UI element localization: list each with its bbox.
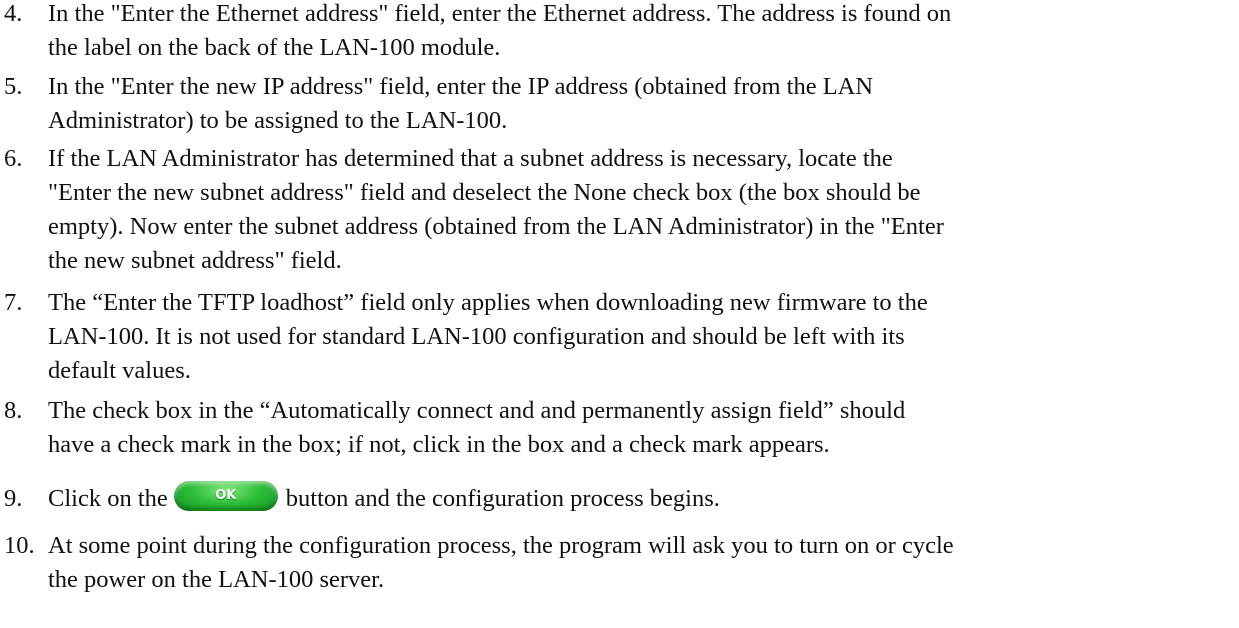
step-number: 6. [4, 145, 23, 172]
document-page: 4. In the "Enter the Ethernet address" f… [0, 0, 1239, 628]
step-text-after: button and the configuration process beg… [285, 485, 720, 512]
step-number: 7. [4, 289, 23, 316]
step-text-line: "Enter the new subnet address" field and… [48, 179, 921, 206]
step-text-line: empty). Now enter the subnet address (ob… [48, 213, 944, 240]
step-text-line: default values. [48, 357, 191, 384]
step-9: 9. Click on the OK button and the configur… [4, 481, 1233, 516]
step-5: 5. In the "Enter the new IP address" fie… [4, 70, 1233, 138]
step-text-line: the label on the back of the LAN-100 mod… [48, 34, 501, 61]
step-4: 4. In the "Enter the Ethernet address" f… [4, 0, 1233, 65]
step-text-line: At some point during the configuration p… [48, 532, 954, 559]
step-text-line: have a check mark in the box; if not, cl… [48, 431, 830, 458]
step-text-line: Administrator) to be assigned to the LAN… [48, 107, 508, 134]
step-number: 9. [4, 485, 23, 512]
step-10: 10. At some point during the configurati… [4, 529, 1233, 597]
step-text-before: Click on the [48, 485, 168, 512]
step-text-line: If the LAN Administrator has determined … [48, 145, 893, 172]
step-text-line: In the "Enter the Ethernet address" fiel… [48, 0, 952, 27]
step-text-line: the power on the LAN-100 server. [48, 566, 385, 593]
step-text-line: the new subnet address" field. [48, 247, 342, 274]
ok-button[interactable]: OK [173, 481, 278, 512]
step-8: 8. The check box in the “Automatically c… [4, 394, 1233, 462]
step-text-line: The “Enter the TFTP loadhost” field only… [48, 289, 928, 316]
step-6: 6. If the LAN Administrator has determin… [4, 142, 1233, 278]
step-text-line: The check box in the “Automatically conn… [48, 397, 906, 424]
step-number: 8. [4, 397, 23, 424]
step-7: 7. The “Enter the TFTP loadhost” field o… [4, 286, 1233, 388]
step-number: 10. [4, 532, 35, 559]
step-text-line: In the "Enter the new IP address" field,… [48, 73, 874, 100]
step-number: 4. [4, 0, 23, 27]
step-text-line: Click on the OK button and the configurati… [48, 481, 1239, 516]
step-number: 5. [4, 73, 23, 100]
step-text-line: LAN-100. It is not used for standard LAN… [48, 323, 905, 350]
